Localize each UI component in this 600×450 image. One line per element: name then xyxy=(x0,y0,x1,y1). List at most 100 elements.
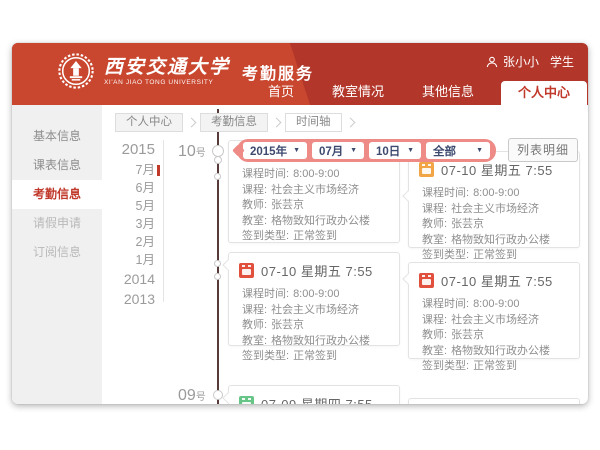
list-detail-button[interactable]: 列表明细 xyxy=(508,138,578,162)
timeline-node-dot xyxy=(214,260,221,267)
field-value: 8:00-9:00 xyxy=(473,298,519,310)
month-value: 07月 xyxy=(319,143,343,159)
calendar-icon xyxy=(239,396,254,404)
field-value: 张芸京 xyxy=(451,218,484,230)
university-name-en: XI'AN JIAO TONG UNIVERSITY xyxy=(104,79,230,86)
breadcrumb-timeline[interactable]: 时间轴 xyxy=(285,113,342,132)
timeline-node-dot xyxy=(214,273,221,280)
field-label: 签到类型: xyxy=(242,350,289,362)
nav-classroom-status[interactable]: 教室情况 xyxy=(313,79,403,105)
attendance-card: 07-09 星期四 7:55 xyxy=(228,385,400,404)
field-label: 教师: xyxy=(242,319,267,331)
user-name: 张小小 xyxy=(503,53,539,70)
field-value: 社会主义市场经济 xyxy=(271,184,359,196)
field-value: 格物致知行政办公楼 xyxy=(451,345,550,357)
field-value: 张芸京 xyxy=(451,329,484,341)
month-dropdown[interactable]: 07月 ▼ xyxy=(312,142,364,159)
field-value: 8:00-9:00 xyxy=(293,168,339,180)
card-fields: 课程时间:8:00-9:00 课程:社会主义市场经济 教师:张芸京 教室:格物致… xyxy=(409,293,579,383)
nav-home[interactable]: 首页 xyxy=(249,79,313,105)
field-label: 课程时间: xyxy=(422,187,469,199)
chevron-right-icon xyxy=(187,118,197,128)
field-value: 正常签到 xyxy=(473,360,517,372)
day-unit: 号 xyxy=(196,392,206,403)
screenshot-stage: 西安交通大学 XI'AN JIAO TONG UNIVERSITY 考勤服务 张… xyxy=(0,0,600,450)
field-label: 课程: xyxy=(242,184,267,196)
attendance-card: 07-10 星期五 7:55 课程时间:8:00-9:00 课程:社会主义市场经… xyxy=(408,262,580,359)
field-value: 张芸京 xyxy=(271,319,304,331)
calendar-icon xyxy=(239,263,254,278)
day-value: 10日 xyxy=(376,143,400,159)
person-icon xyxy=(486,56,498,68)
chevron-down-icon: ▼ xyxy=(476,147,483,154)
field-value: 8:00-9:00 xyxy=(473,187,519,199)
card-date-title: 07-09 星期四 7:55 xyxy=(261,394,373,404)
chevron-down-icon: ▼ xyxy=(407,147,414,154)
day-label-10: 10号 xyxy=(178,143,206,161)
card-date-title: 07-10 星期五 7:55 xyxy=(441,160,553,179)
timeline-node-dot xyxy=(214,173,221,180)
field-label: 教师: xyxy=(422,329,447,341)
card-header: 07-09 星期四 7:55 xyxy=(229,386,399,404)
field-label: 教师: xyxy=(242,199,267,211)
day-unit: 号 xyxy=(196,148,206,159)
field-label: 教室: xyxy=(242,335,267,347)
attendance-card: 07-10 星期五 7:55 课程时间:8:00-9:00 课程:社会主义市场经… xyxy=(408,151,580,248)
field-value: 正常签到 xyxy=(473,249,517,261)
breadcrumb: 个人中心 考勤信息 时间轴 xyxy=(115,113,359,132)
timeline-year-2013[interactable]: 2013 xyxy=(70,289,155,309)
calendar-icon xyxy=(419,273,434,288)
timeline-node-dot xyxy=(213,390,223,400)
year-dropdown[interactable]: 2015年 ▼ xyxy=(243,142,307,159)
card-fields: 课程时间:8:00-9:00 课程:社会主义市场经济 教师:张芸京 教室:格物致… xyxy=(229,283,399,373)
field-label: 课程时间: xyxy=(242,288,289,300)
current-month-marker xyxy=(157,165,160,176)
university-name-cn: 西安交通大学 xyxy=(104,57,230,79)
field-value: 格物致知行政办公楼 xyxy=(271,335,370,347)
field-value: 社会主义市场经济 xyxy=(271,304,359,316)
field-value: 正常签到 xyxy=(293,350,337,362)
day-dropdown[interactable]: 10日 ▼ xyxy=(369,142,421,159)
user-info[interactable]: 张小小 学生 xyxy=(486,53,574,70)
field-value: 格物致知行政办公楼 xyxy=(451,234,550,246)
date-filter-bar: 2015年 ▼ 07月 ▼ 10日 ▼ 全部 ▼ xyxy=(237,139,496,162)
type-dropdown[interactable]: 全部 ▼ xyxy=(426,142,490,159)
timeline-year-2015[interactable]: 2015 xyxy=(70,138,155,161)
timeline-month-feb[interactable]: 2月 xyxy=(70,233,155,251)
breadcrumb-attendance-info[interactable]: 考勤信息 xyxy=(200,113,268,132)
timeline-month-may[interactable]: 5月 xyxy=(70,197,155,215)
timeline-scale: 2015 7月 6月 5月 3月 2月 1月 2014 2013 xyxy=(70,138,155,309)
main-nav: 首页 教室情况 其他信息 个人中心 xyxy=(249,79,587,105)
field-label: 教室: xyxy=(422,234,447,246)
card-date-title: 07-10 星期五 7:55 xyxy=(261,261,373,280)
nav-other-info[interactable]: 其他信息 xyxy=(403,79,493,105)
field-label: 教师: xyxy=(422,218,447,230)
field-label: 签到类型: xyxy=(422,360,469,372)
field-value: 社会主义市场经济 xyxy=(451,314,539,326)
day-number: 10 xyxy=(178,143,196,160)
brand-text: 西安交通大学 XI'AN JIAO TONG UNIVERSITY xyxy=(104,57,230,86)
timeline-month-jun[interactable]: 6月 xyxy=(70,179,155,197)
chevron-down-icon: ▼ xyxy=(350,147,357,154)
scale-divider xyxy=(163,140,164,302)
field-label: 课程: xyxy=(422,203,447,215)
user-role: 学生 xyxy=(550,53,574,70)
timeline-year-2014[interactable]: 2014 xyxy=(70,269,155,289)
timeline-month-mar[interactable]: 3月 xyxy=(70,215,155,233)
attendance-card: 07-10 星期五 7:55 课程时间:8:00-9:00 课程:社会主义市场经… xyxy=(228,252,400,346)
app-window: 西安交通大学 XI'AN JIAO TONG UNIVERSITY 考勤服务 张… xyxy=(12,43,588,404)
card-header: 07-10 星期五 7:55 xyxy=(229,253,399,283)
field-value: 格物致知行政办公楼 xyxy=(271,215,370,227)
field-label: 签到类型: xyxy=(242,230,289,242)
field-value: 8:00-9:00 xyxy=(293,288,339,300)
field-label: 课程时间: xyxy=(242,168,289,180)
field-value: 正常签到 xyxy=(293,230,337,242)
day-number: 09 xyxy=(178,387,196,404)
nav-personal-center-tab[interactable]: 个人中心 xyxy=(501,81,587,105)
timeline-month-jul[interactable]: 7月 xyxy=(70,161,155,179)
timeline-month-jan[interactable]: 1月 xyxy=(70,251,155,269)
breadcrumb-personal-center[interactable]: 个人中心 xyxy=(115,113,183,132)
chevron-down-icon: ▼ xyxy=(293,147,300,154)
field-value: 张芸京 xyxy=(271,199,304,211)
field-label: 签到类型: xyxy=(422,249,469,261)
